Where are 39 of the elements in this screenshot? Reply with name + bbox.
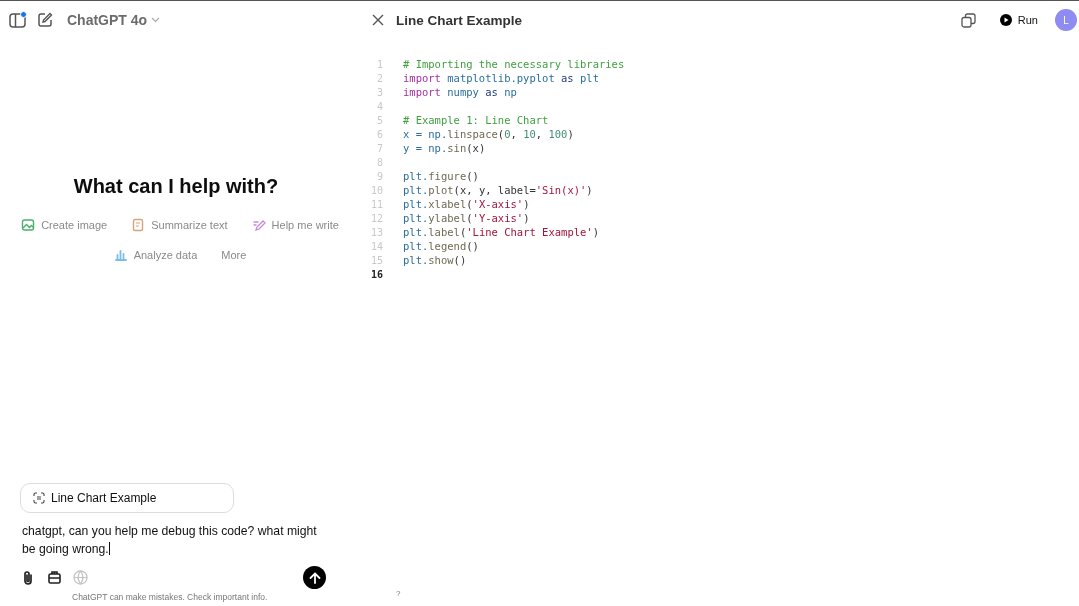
code-line: plt.plot(x, y, label='Sin(x)') [403,184,593,196]
model-selector[interactable]: ChatGPT 4o [67,12,161,28]
code-line: plt.legend() [403,240,479,252]
code-line: # Importing the necessary libraries [403,58,625,70]
copy-icon[interactable] [960,12,976,28]
scan-icon [33,492,45,504]
suggestion-button[interactable]: Create image [21,218,108,232]
toolbox-icon[interactable] [46,569,63,586]
code-line: plt.label('Line Chart Example') [403,226,599,238]
attachment-title: Line Chart Example [51,491,157,505]
sidebar-toggle-icon[interactable] [9,11,27,29]
suggestion-button[interactable]: Summarize text [131,218,228,232]
code-line: plt.ylabel('Y-axis') [403,212,530,224]
code-line: import numpy as np [403,86,517,98]
run-button[interactable]: Run [999,14,1038,26]
code-line: plt.figure() [403,170,479,182]
code-line: plt.show() [403,254,467,266]
welcome-heading: What can I help with? [73,175,279,198]
code-line: plt.xlabel('X-axis') [403,198,530,210]
suggestion-button[interactable]: More [221,248,247,262]
code-line: import matplotlib.pyplot as plt [403,72,599,84]
code-line: x = np.linspace(0, 10, 100) [403,128,574,140]
help-button[interactable]: ? [396,589,401,598]
attachment-chip[interactable]: Line Chart Example [20,483,234,513]
suggestion-button[interactable]: Help me write [251,218,339,232]
code-line: # Example 1: Line Chart [403,114,549,126]
arrow-up-icon [308,571,321,584]
send-button[interactable] [303,566,326,589]
canvas-title: Line Chart Example [396,12,523,28]
user-avatar[interactable]: L [1055,9,1077,31]
code-line: y = np.sin(x) [403,142,486,154]
message-input[interactable]: chatgpt, can you help me debug this code? what might be going wrong. [22,522,322,558]
suggestion-button[interactable]: Analyze data [113,248,198,262]
disclaimer-text: ChatGPT can make mistakes. Check important info. [72,592,268,604]
chevron-down-icon [151,17,161,23]
close-icon[interactable] [372,14,384,26]
line-number: 16 [369,268,383,280]
new-chat-icon[interactable] [37,12,53,28]
play-icon [999,14,1012,26]
